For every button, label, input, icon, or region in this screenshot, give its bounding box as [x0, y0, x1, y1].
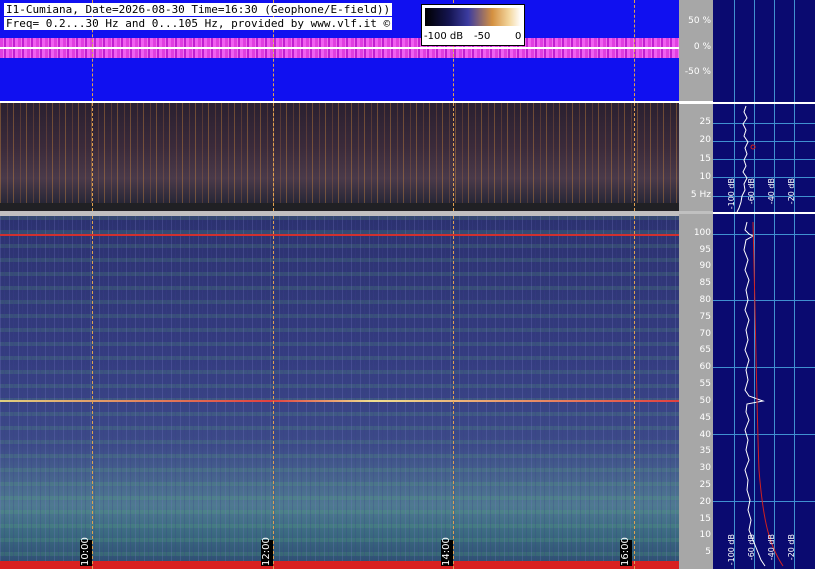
db-scale-label: -20 dB [787, 534, 796, 561]
frequency-subtitle: Freq= 0.2...30 Hz and 0...105 Hz, provid… [4, 17, 393, 30]
colorbar-legend: -100 dB -50 0 [421, 4, 525, 46]
freq-tick-label: 65 [699, 345, 711, 355]
freq-tick-label: 45 [699, 413, 711, 423]
freq-tick-label: 55 [699, 379, 711, 389]
db-scale-label: -100 dB [727, 178, 736, 210]
freq-tick-label: 75 [699, 312, 711, 322]
freq-tick-label: 20 [699, 497, 711, 507]
time-gridline [273, 103, 274, 211]
waveform-baseline [0, 47, 679, 49]
page-title: I1-Cumiana, Date=2026-08-30 Time=16:30 (… [4, 3, 393, 16]
time-marker: 12:00 [261, 537, 273, 566]
freq-tick-label: 10 [699, 530, 711, 540]
db-scale-label: -60 dB [747, 534, 756, 561]
waveform-panel: I1-Cumiana, Date=2026-08-30 Time=16:30 (… [0, 0, 679, 101]
colorbar-label-min: -100 dB [424, 31, 464, 42]
freq-tick-label: 15 [699, 154, 711, 164]
profile-marker [750, 144, 756, 150]
db-scale-label: -100 dB [727, 534, 736, 566]
freq-tick-label: 85 [699, 278, 711, 288]
scale-column-top: 50 % 0 % -50 % 25 20 15 10 5 Hz [679, 0, 713, 214]
line-100hz [0, 234, 679, 236]
time-marker: 14:00 [441, 537, 453, 566]
panel-divider [679, 101, 713, 104]
scale-column-bottom: 100 95 90 85 80 75 70 65 60 55 50 45 40 … [679, 214, 713, 569]
spectrogram-high-frequency: 10:00 12:00 14:00 16:00 [0, 216, 679, 569]
time-gridline [92, 103, 93, 211]
db-scale-label: -60 dB [747, 178, 756, 205]
freq-tick-label: 5 Hz [690, 190, 711, 200]
spectrum-profile-plot [736, 105, 784, 567]
freq-tick-label: 25 [699, 480, 711, 490]
waveform-scale-label: -50 % [684, 67, 711, 77]
db-scale-label: -40 dB [767, 178, 776, 205]
waveform-scale-label: 0 % [693, 42, 711, 52]
freq-tick-label: 15 [699, 514, 711, 524]
time-marker: 10:00 [80, 537, 92, 566]
db-scale-label: -20 dB [787, 178, 796, 205]
freq-tick-label: 40 [699, 430, 711, 440]
time-gridline [273, 216, 274, 569]
freq-tick-label: 80 [699, 295, 711, 305]
freq-tick-label: 50 [699, 396, 711, 406]
colorbar-label-mid: -50 [474, 31, 491, 42]
spectrum-profile-panel: -100 dB -60 dB -40 dB -20 dB -100 dB -60… [713, 0, 815, 569]
freq-tick-label: 95 [699, 245, 711, 255]
freq-tick-label: 5 [705, 547, 711, 557]
freq-tick-label: 35 [699, 446, 711, 456]
line-50hz [0, 400, 679, 402]
time-gridline [92, 216, 93, 569]
freq-tick-label: 90 [699, 261, 711, 271]
time-gridline [453, 216, 454, 569]
time-gridline [634, 216, 635, 569]
db-scale-label: -40 dB [767, 534, 776, 561]
time-gridline [453, 103, 454, 211]
low-band-energy [0, 561, 679, 569]
spectrogram-low-frequency [0, 103, 679, 211]
freq-tick-label: 20 [699, 135, 711, 145]
time-gridline [634, 103, 635, 211]
freq-tick-label: 30 [699, 463, 711, 473]
freq-tick-label: 25 [699, 117, 711, 127]
profile-fit-curve [752, 221, 784, 567]
spectrogram-texture [0, 216, 679, 569]
freq-tick-label: 70 [699, 329, 711, 339]
colorbar-label-max: 0 [515, 31, 522, 42]
freq-tick-label: 60 [699, 362, 711, 372]
spectrogram-base-strip [0, 203, 679, 211]
time-gridline [634, 0, 635, 101]
freq-tick-label: 10 [699, 172, 711, 182]
freq-tick-label: 100 [693, 228, 711, 238]
colorbar-gradient [425, 8, 521, 26]
time-marker: 16:00 [620, 537, 632, 566]
waveform-scale-label: 50 % [688, 16, 711, 26]
